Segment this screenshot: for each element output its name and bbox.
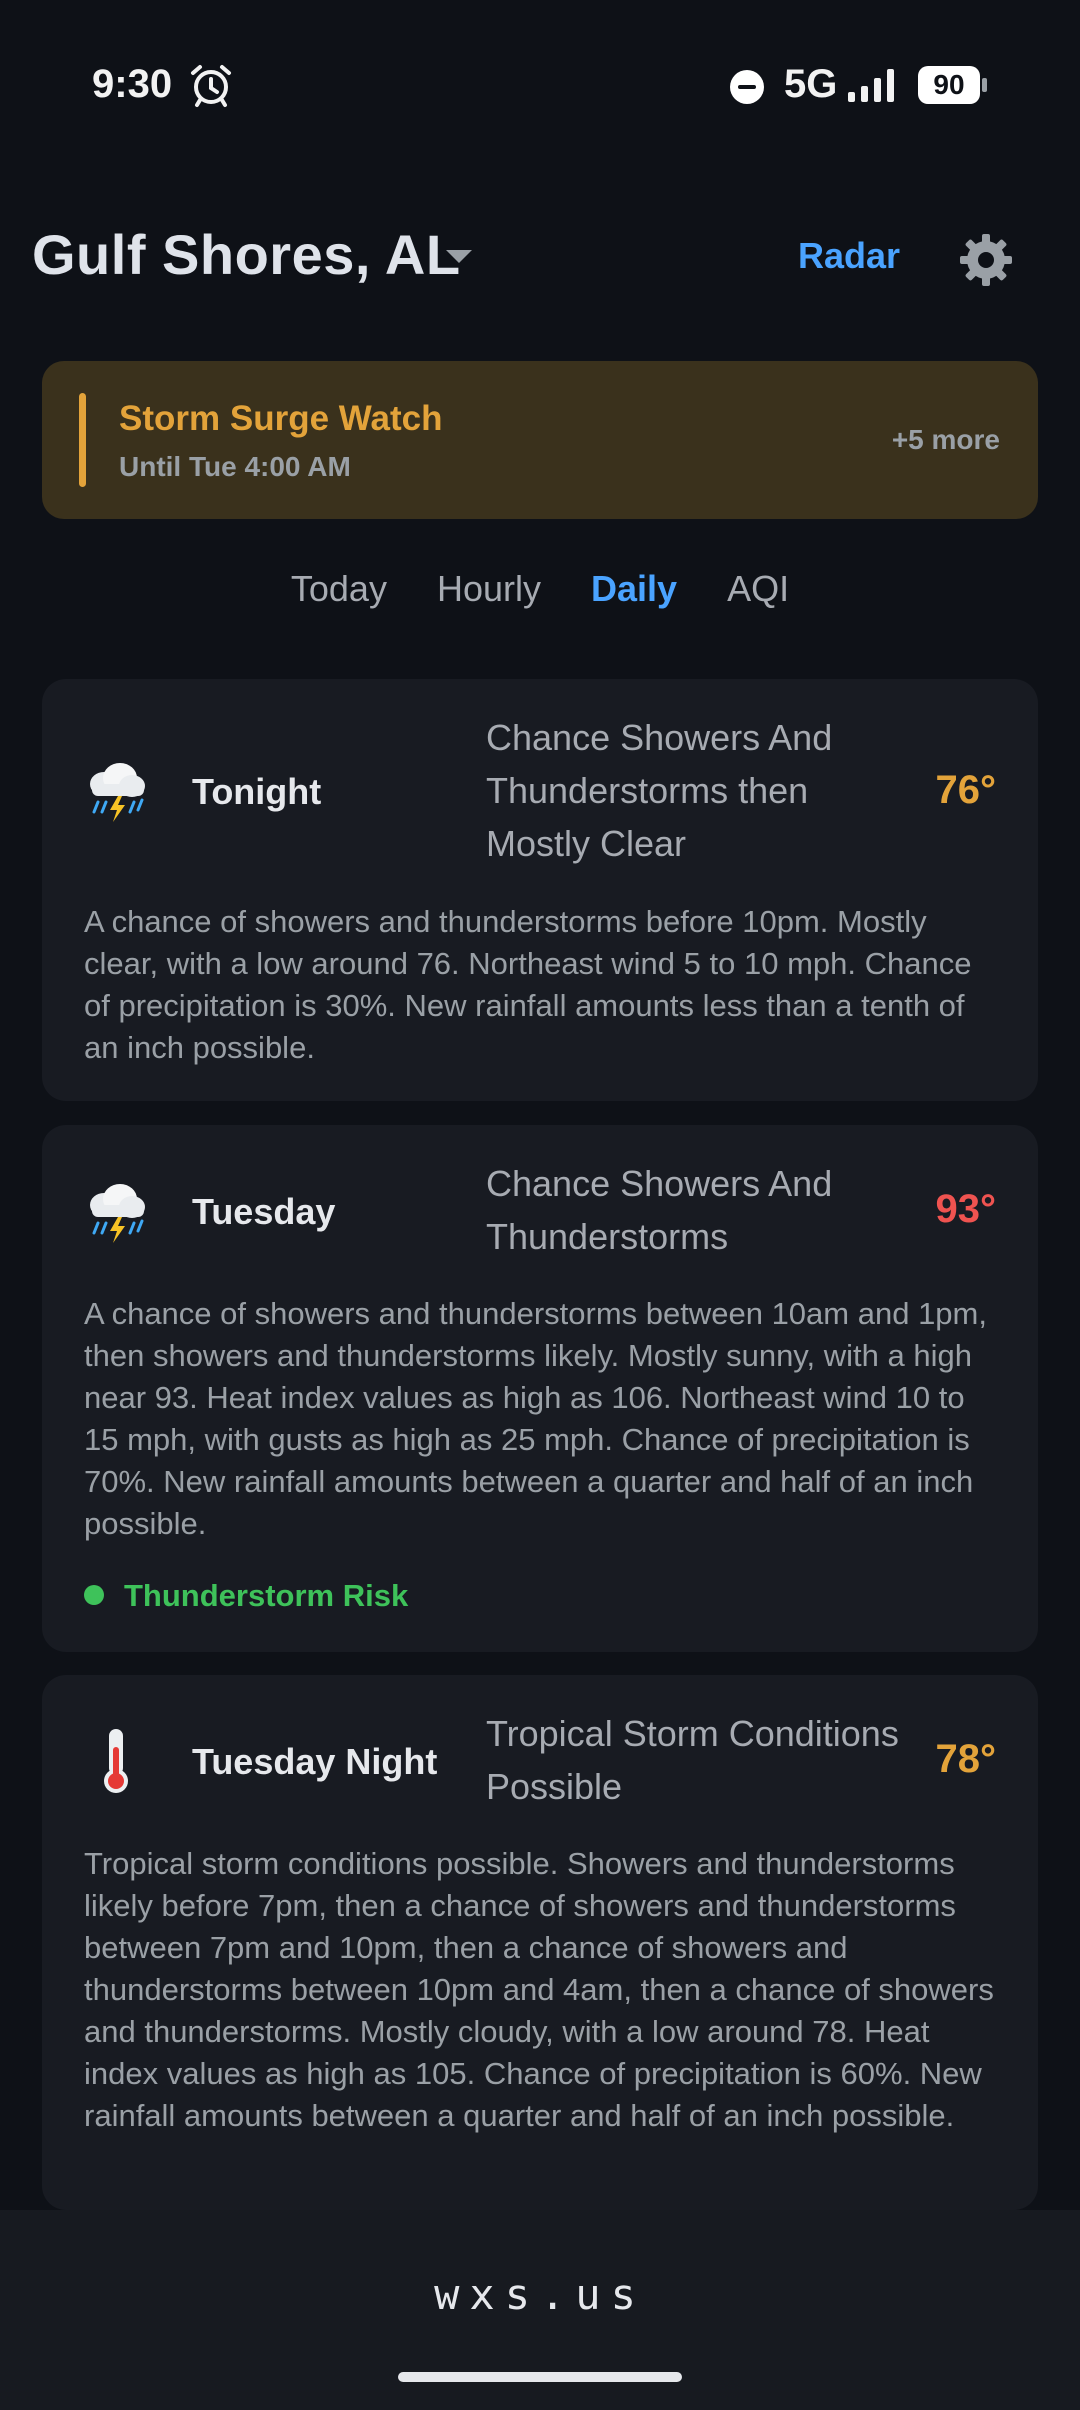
thunderstorm-risk-badge[interactable]: Thunderstorm Risk: [84, 1578, 408, 1614]
period-temperature: 78°: [935, 1737, 997, 1781]
period-name: Tuesday Night: [192, 1741, 438, 1782]
period-description: A chance of showers and thunderstorms be…: [84, 1296, 987, 1541]
period-condition: Chance Showers And Thunderstorms then Mo…: [486, 717, 833, 864]
battery-level: 90: [918, 66, 980, 104]
period-description: Tropical storm conditions possible. Show…: [84, 1846, 994, 2133]
risk-label: Thunderstorm Risk: [124, 1578, 409, 1613]
risk-dot-icon: [84, 1584, 104, 1605]
app-header: Gulf Shores, AL Radar: [0, 210, 1080, 310]
tab-daily[interactable]: Daily: [591, 568, 677, 610]
thermometer-icon: [104, 1729, 128, 1793]
gear-icon[interactable]: [958, 232, 1014, 288]
period-description: A chance of showers and thunderstorms be…: [84, 904, 972, 1065]
forecast-card-tuesday[interactable]: Tuesday Chance Showers And Thunderstorms…: [42, 1125, 1038, 1652]
view-tabs: Today Hourly Daily AQI: [0, 568, 1080, 624]
battery-tip: [982, 78, 987, 92]
period-condition: Tropical Storm Conditions Possible: [486, 1713, 899, 1807]
alert-more-button[interactable]: +5 more: [892, 424, 1000, 456]
status-time: 9:30: [92, 62, 173, 106]
period-name: Tuesday: [192, 1191, 336, 1232]
radar-button[interactable]: Radar: [798, 235, 900, 277]
network-type: 5G: [784, 62, 838, 106]
forecast-card-tonight[interactable]: Tonight Chance Showers And Thunderstorms…: [42, 679, 1038, 1101]
alert-title: Storm Surge Watch: [119, 399, 443, 438]
forecast-card-tuesday-night[interactable]: Tuesday Night Tropical Storm Conditions …: [42, 1675, 1038, 2210]
signal-bars-icon: [848, 69, 894, 102]
battery-indicator: 90: [918, 66, 988, 104]
thunderstorm-icon: [90, 1184, 145, 1243]
brand-label: wxs.us: [434, 2270, 646, 2319]
home-indicator[interactable]: [398, 2372, 682, 2382]
alert-expiry: Until Tue 4:00 AM: [119, 451, 351, 482]
status-bar: 9:30 5G 90: [0, 0, 1080, 120]
tab-hourly[interactable]: Hourly: [437, 568, 541, 610]
tab-aqi[interactable]: AQI: [727, 568, 789, 610]
period-condition: Chance Showers And Thunderstorms: [486, 1163, 833, 1257]
alarm-clock-icon: [191, 65, 231, 107]
period-temperature: 76°: [935, 768, 997, 812]
chevron-down-icon[interactable]: [446, 250, 472, 263]
location-selector[interactable]: Gulf Shores, AL: [32, 222, 461, 287]
alert-accent-bar: [79, 393, 86, 487]
period-temperature: 93°: [935, 1187, 997, 1231]
thunderstorm-icon: [90, 763, 145, 822]
weather-alert-banner[interactable]: Storm Surge Watch Until Tue 4:00 AM +5 m…: [42, 361, 1038, 519]
tab-today[interactable]: Today: [291, 568, 387, 610]
period-name: Tonight: [192, 771, 322, 812]
do-not-disturb-icon: [730, 70, 764, 104]
